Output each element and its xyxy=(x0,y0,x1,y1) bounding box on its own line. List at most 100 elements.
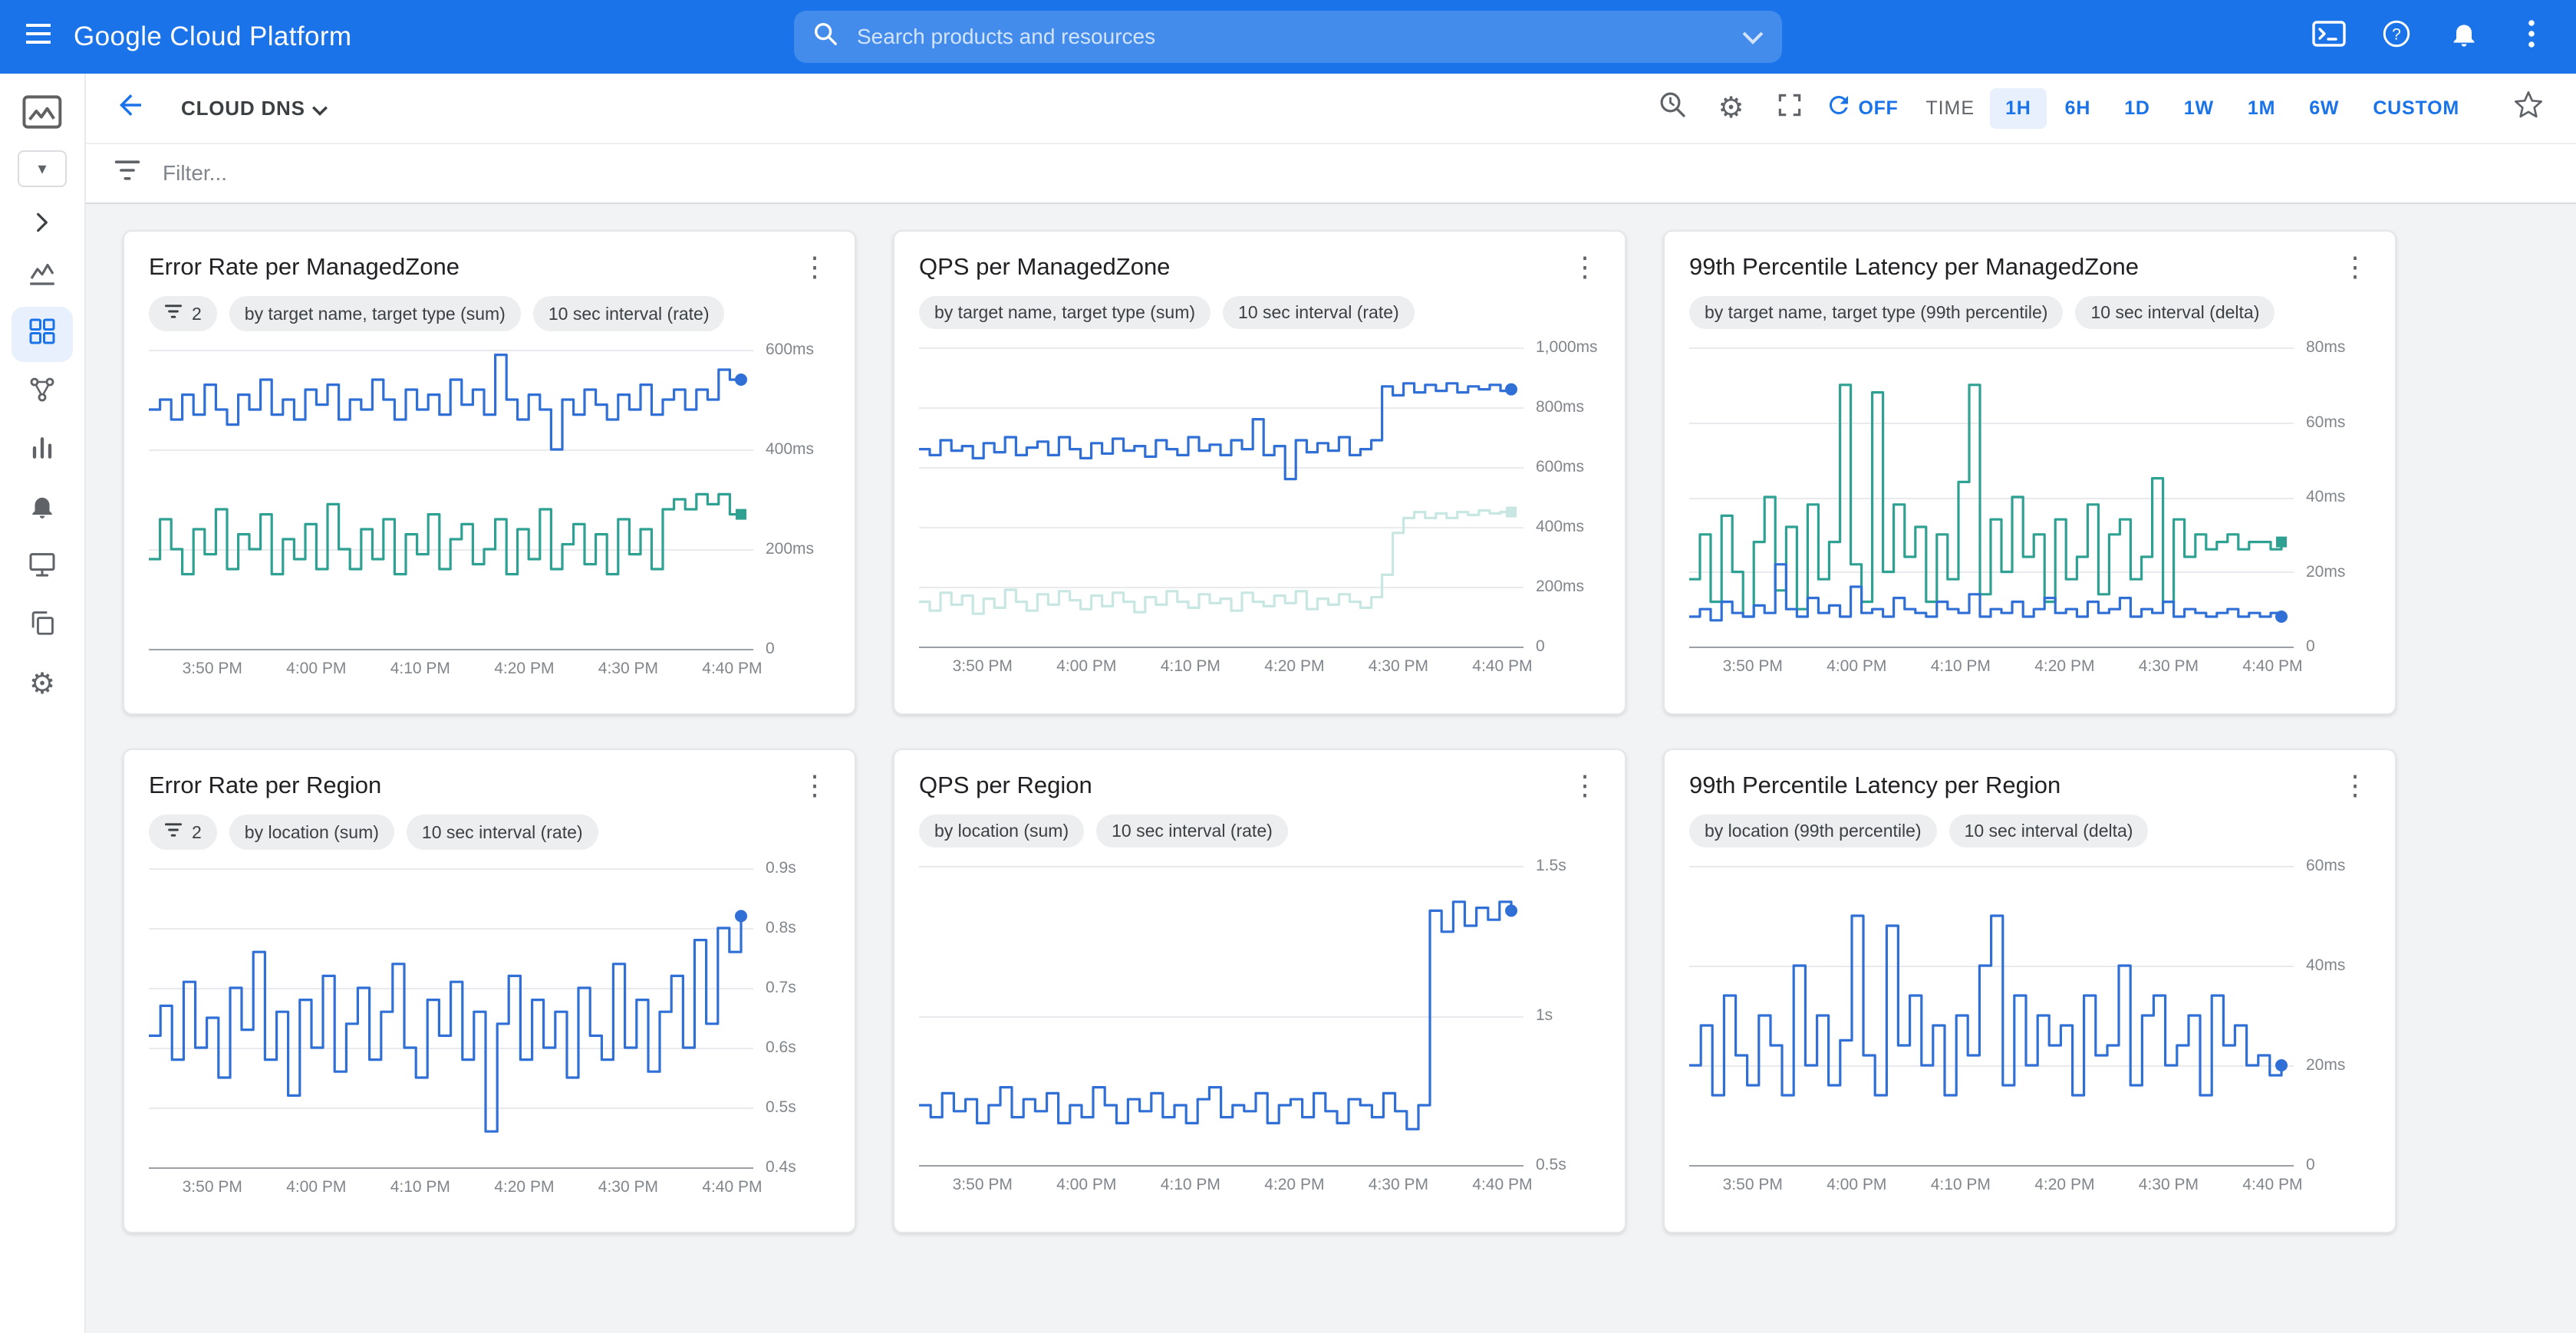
y-axis: 80ms60ms40ms20ms0 xyxy=(2294,347,2370,647)
chart-config-chip[interactable]: by target name, target type (sum) xyxy=(229,296,521,331)
left-nav: ▾ xyxy=(0,74,86,1333)
line-chart xyxy=(1689,866,2294,1165)
time-range-6w[interactable]: 6W xyxy=(2294,88,2354,129)
chart-menu-button[interactable]: ⋮ xyxy=(1570,253,1600,281)
chart-menu-button[interactable]: ⋮ xyxy=(2340,253,2370,281)
search-icon xyxy=(812,21,838,53)
chip-label: by target name, target type (sum) xyxy=(934,302,1195,323)
workspace-dropdown[interactable]: ▾ xyxy=(18,150,67,187)
chart-config-chip[interactable]: 10 sec interval (rate) xyxy=(533,296,725,331)
x-axis-label: 4:40 PM xyxy=(702,1178,762,1196)
x-axis-label: 4:10 PM xyxy=(1931,1176,1991,1194)
filter-bar[interactable]: Filter... xyxy=(86,144,2576,204)
app-bar: Google Cloud Platform Search products an… xyxy=(0,0,2576,74)
chart-menu-button[interactable]: ⋮ xyxy=(1570,772,1600,799)
chart-chips: by target name, target type (99th percen… xyxy=(1689,296,2370,329)
help-icon: ? xyxy=(2380,18,2413,56)
dashboard-toolbar: CLOUD DNS ⚙ xyxy=(86,74,2576,144)
sidebar-item-groups[interactable] xyxy=(12,598,73,653)
x-axis-label: 4:40 PM xyxy=(702,660,762,678)
sidebar-item-dashboards[interactable] xyxy=(12,307,73,362)
time-range-6h[interactable]: 6H xyxy=(2050,88,2107,129)
search-bar[interactable]: Search products and resources xyxy=(794,11,1782,63)
chevron-down-icon[interactable] xyxy=(1742,23,1764,51)
expand-nav-button[interactable] xyxy=(18,206,67,245)
chart-config-chip[interactable]: 10 sec interval (rate) xyxy=(1223,296,1415,329)
chip-label: by location (99th percentile) xyxy=(1705,821,1922,841)
chart-chips: by location (99th percentile) 10 sec inte… xyxy=(1689,815,2370,848)
find-in-time-button[interactable] xyxy=(1647,82,1699,134)
chart-config-chip[interactable]: by target name, target type (sum) xyxy=(919,296,1211,329)
y-axis-label: 40ms xyxy=(2306,956,2345,975)
time-range-1w[interactable]: 1W xyxy=(2169,88,2229,129)
x-axis-label: 4:00 PM xyxy=(1056,1176,1116,1194)
chart-config-chip[interactable]: by target name, target type (99th percen… xyxy=(1689,296,2063,329)
y-axis-label: 0.5s xyxy=(1536,1156,1566,1174)
sidebar-item-metrics-explorer[interactable] xyxy=(12,248,73,304)
chart-menu-button[interactable]: ⋮ xyxy=(2340,772,2370,799)
y-axis: 60ms40ms20ms0 xyxy=(2294,866,2370,1165)
dashboard-settings-button[interactable]: ⚙ xyxy=(1705,82,1757,134)
hamburger-menu-button[interactable] xyxy=(9,8,68,66)
chart-plot[interactable] xyxy=(149,350,753,649)
toolbar-actions: ⚙ OFF TIME 1H6H1D1W1M6WCUSTOM xyxy=(1647,82,2555,134)
time-range-custom[interactable]: CUSTOM xyxy=(2357,88,2475,129)
chip-label: 2 xyxy=(192,822,202,843)
sidebar-item-bar-chart[interactable] xyxy=(12,423,73,479)
chart-config-chip[interactable]: by location (99th percentile) xyxy=(1689,815,1937,848)
sidebar-item-alerting[interactable] xyxy=(12,482,73,537)
x-axis-label: 4:00 PM xyxy=(1056,657,1116,676)
chart-plot[interactable] xyxy=(919,347,1524,647)
favorite-button[interactable] xyxy=(2502,82,2555,134)
chart-config-chip[interactable]: 10 sec interval (rate) xyxy=(1096,815,1288,848)
line-chart xyxy=(149,868,753,1167)
chart-config-chip[interactable]: 10 sec interval (delta) xyxy=(2075,296,2275,329)
brand-title: Google Cloud Platform xyxy=(74,21,351,52)
chart-plot[interactable] xyxy=(1689,347,2294,647)
x-axis: 3:50 PM4:00 PM4:10 PM4:20 PM4:30 PM4:40 … xyxy=(149,1173,753,1201)
chart-config-chip[interactable]: by location (sum) xyxy=(919,815,1084,848)
y-axis-label: 800ms xyxy=(1536,398,1584,416)
chart-plot[interactable] xyxy=(149,868,753,1167)
caret-down-icon xyxy=(311,94,328,123)
filter-count-chip[interactable]: 2 xyxy=(149,296,217,331)
dashboard-context-select[interactable]: CLOUD DNS xyxy=(181,94,328,123)
sidebar-item-uptime-checks[interactable] xyxy=(12,540,73,595)
chart-plot[interactable] xyxy=(919,866,1524,1165)
chart-chips: by target name, target type (sum) 10 sec … xyxy=(919,296,1600,329)
more-options-button[interactable] xyxy=(2502,8,2561,66)
x-axis-label: 4:30 PM xyxy=(598,660,658,678)
chart-card: Error Rate per ManagedZone ⋮ 2by target … xyxy=(123,230,856,715)
chart-chips: 2 by target name, target type (sum) 10 sec… xyxy=(149,296,830,331)
chip-label: 10 sec interval (rate) xyxy=(1112,821,1273,841)
cloud-shell-button[interactable] xyxy=(2300,8,2358,66)
x-axis: 3:50 PM4:00 PM4:10 PM4:20 PM4:30 PM4:40 … xyxy=(149,655,753,683)
y-axis-label: 400ms xyxy=(766,440,814,459)
chart-config-chip[interactable]: 10 sec interval (delta) xyxy=(1949,815,2149,848)
chart-card: 99th Percentile Latency per ManagedZone … xyxy=(1663,230,2396,715)
chart-config-chip[interactable]: 10 sec interval (rate) xyxy=(407,815,598,850)
time-range-1d[interactable]: 1D xyxy=(2109,88,2166,129)
chart-plot[interactable] xyxy=(1689,866,2294,1165)
x-axis: 3:50 PM4:00 PM4:10 PM4:20 PM4:30 PM4:40 … xyxy=(1689,1171,2294,1199)
chart-menu-button[interactable]: ⋮ xyxy=(799,253,830,281)
chart-menu-button[interactable]: ⋮ xyxy=(799,772,830,799)
time-range-1h[interactable]: 1H xyxy=(1990,88,2047,129)
time-range-1m[interactable]: 1M xyxy=(2232,88,2291,129)
help-button[interactable]: ? xyxy=(2367,8,2426,66)
chart-config-chip[interactable]: by location (sum) xyxy=(229,815,394,850)
dashboards-icon xyxy=(27,316,58,353)
y-axis-label: 60ms xyxy=(2306,413,2345,432)
sidebar-item-settings[interactable]: ⚙ xyxy=(12,657,73,712)
back-button[interactable] xyxy=(104,82,156,134)
notifications-button[interactable] xyxy=(2435,8,2493,66)
fullscreen-button[interactable] xyxy=(1764,82,1816,134)
x-axis-label: 4:40 PM xyxy=(1472,657,1532,676)
chart-title: QPS per Region xyxy=(919,772,1092,799)
x-axis-label: 4:20 PM xyxy=(494,660,554,678)
auto-refresh-button[interactable]: OFF xyxy=(1825,91,1899,125)
sidebar-item-services[interactable] xyxy=(12,365,73,420)
x-axis-label: 3:50 PM xyxy=(183,660,242,678)
filter-count-chip[interactable]: 2 xyxy=(149,815,217,850)
y-axis-label: 0 xyxy=(2306,1156,2315,1174)
